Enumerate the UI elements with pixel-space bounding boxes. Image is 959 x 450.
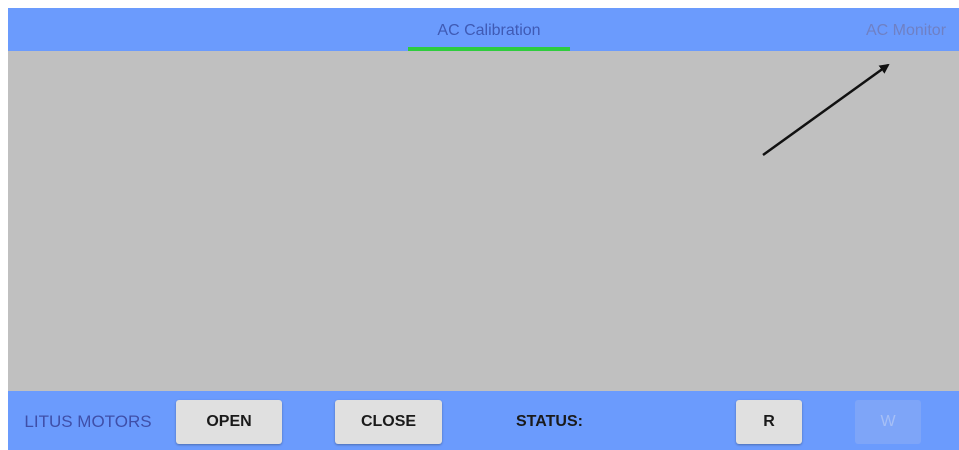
open-button[interactable]: OPEN <box>176 400 282 444</box>
tab-ac-monitor[interactable]: AC Monitor <box>866 8 946 51</box>
tab-ac-calibration[interactable]: AC Calibration <box>408 8 570 51</box>
annotation-arrow-icon <box>762 63 890 157</box>
read-button[interactable]: R <box>736 400 802 444</box>
status-label: STATUS: <box>516 413 583 430</box>
close-button[interactable]: CLOSE <box>335 400 442 444</box>
brand-label: LITUS MOTORS <box>24 412 152 431</box>
write-button[interactable]: W <box>855 400 921 444</box>
tab-bar: AC Calibration AC Monitor <box>8 8 959 51</box>
tab-ac-calibration-label: AC Calibration <box>437 22 541 39</box>
bottom-toolbar: LITUS MOTORS OPEN CLOSE STATUS: R W <box>8 391 959 450</box>
calibration-content-area <box>8 51 959 391</box>
tab-ac-monitor-label: AC Monitor <box>866 22 947 39</box>
app-root: AC Calibration AC Monitor LITUS MOTORS O… <box>0 0 959 450</box>
